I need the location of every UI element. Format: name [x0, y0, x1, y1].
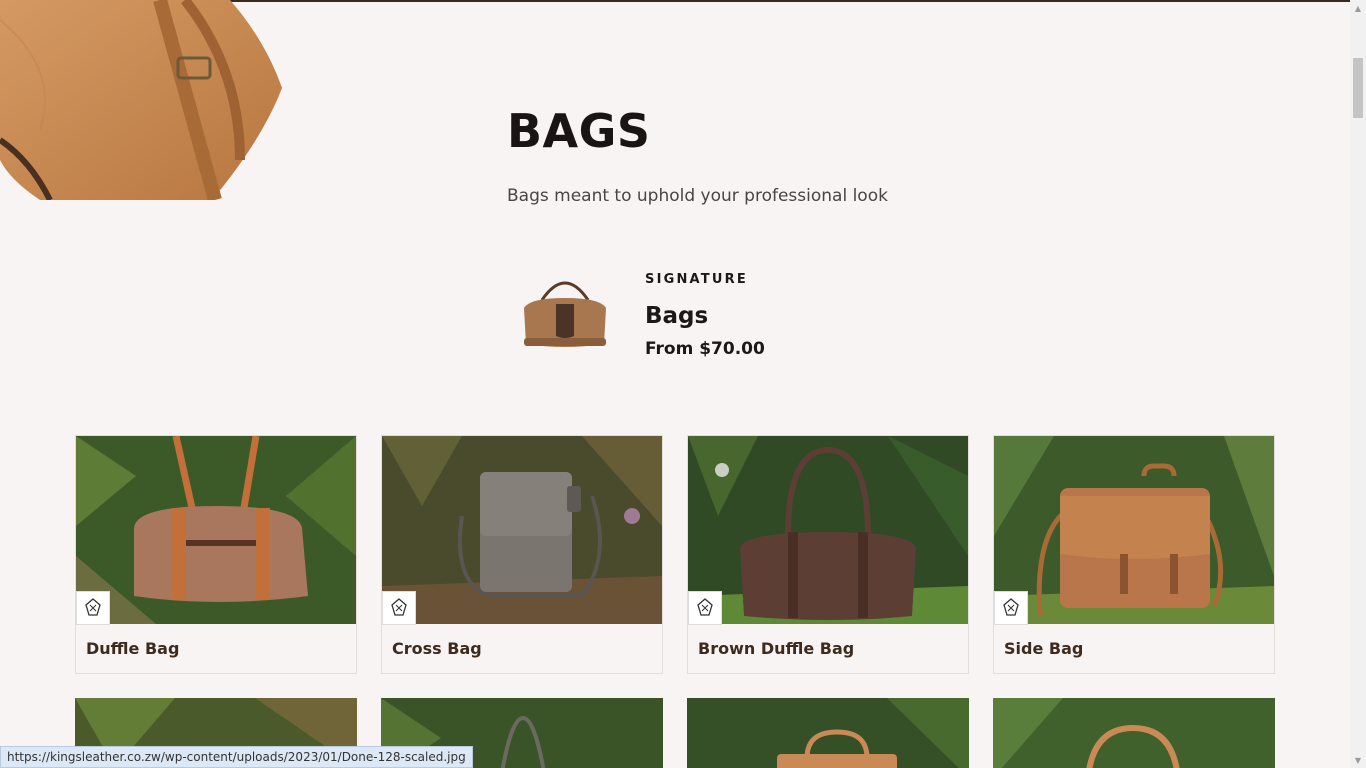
signature-eyebrow: SIGNATURE [645, 272, 748, 287]
page-title: BAGS [507, 104, 651, 158]
product-name[interactable]: Side Bag [1004, 639, 1083, 658]
scroll-up-arrow-icon[interactable]: ▲ [1350, 0, 1366, 16]
product-card[interactable]: Side Bag [993, 435, 1275, 674]
product-name[interactable]: Brown Duffle Bag [698, 639, 854, 658]
product-image[interactable] [76, 436, 356, 624]
product-image[interactable] [688, 436, 968, 624]
page-subtitle: Bags meant to uphold your professional l… [507, 186, 888, 206]
product-image[interactable] [382, 436, 662, 624]
product-image[interactable] [994, 436, 1274, 624]
signature-price: From $70.00 [645, 339, 765, 359]
product-card-image[interactable] [993, 698, 1275, 768]
brand-logo-icon [994, 591, 1028, 625]
product-name[interactable]: Cross Bag [392, 639, 482, 658]
scroll-thumb[interactable] [1353, 58, 1363, 118]
product-name[interactable]: Duffle Bag [86, 639, 179, 658]
vertical-scrollbar[interactable]: ▲ ▼ [1350, 0, 1366, 768]
signature-title[interactable]: Bags [645, 303, 708, 329]
signature-bag-thumbnail[interactable] [520, 270, 610, 352]
product-card-image[interactable] [687, 698, 969, 768]
brand-logo-icon [76, 591, 110, 625]
product-card[interactable]: Brown Duffle Bag [687, 435, 969, 674]
product-card[interactable]: Cross Bag [381, 435, 663, 674]
scroll-down-arrow-icon[interactable]: ▼ [1350, 752, 1366, 768]
brand-logo-icon [382, 591, 416, 625]
hero-bag-image [0, 0, 290, 200]
brand-logo-icon [688, 591, 722, 625]
product-card[interactable]: Duffle Bag [75, 435, 357, 674]
status-bar-url: https://kingsleather.co.zw/wp-content/up… [0, 746, 473, 768]
